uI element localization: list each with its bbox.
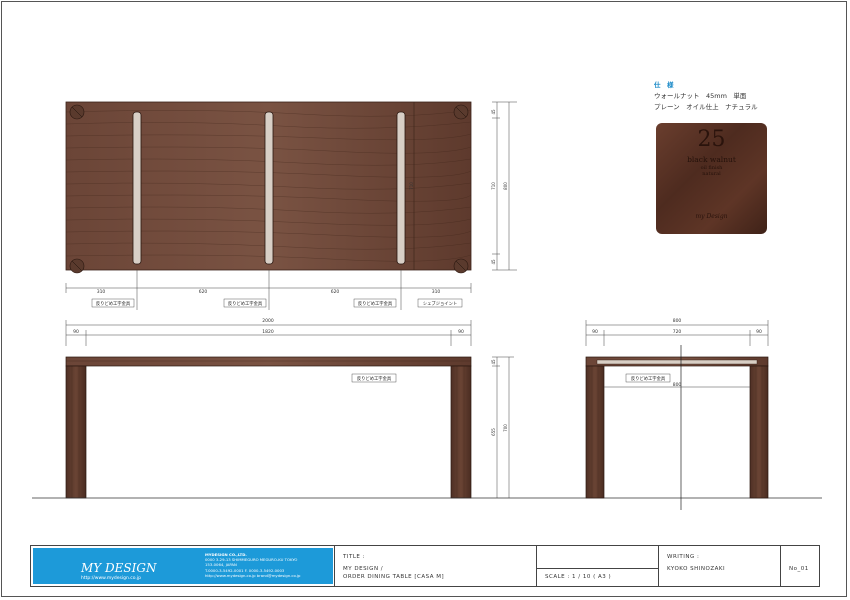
title-label: TITLE : <box>343 554 365 560</box>
sample-number: 25 <box>697 127 726 152</box>
plan-view: 310 620 620 310 反りどめ工字金具 反りどめ工字金具 反りどめ工字… <box>65 101 517 310</box>
dim-front-left: 90 <box>73 329 79 335</box>
dim-plan-right-top: 45 <box>491 109 496 115</box>
dim-plan-4: 310 <box>432 289 441 295</box>
brand-logo: MY DESIGN <box>81 561 157 575</box>
tabletop-front <box>65 356 472 367</box>
writer-cell: WRITING : KYOKO SHINOZAKI <box>659 546 781 586</box>
leg-front-right <box>450 365 472 499</box>
callout-plan-4: シェブジョイント <box>423 300 457 307</box>
dim-side-total: 800 <box>673 318 682 324</box>
dim-plan-cleat: 710 <box>409 182 414 190</box>
logo-cell: MY DESIGN http://www.mydesign.co.jp MYDE… <box>31 546 335 586</box>
dim-plan-1: 310 <box>97 289 106 295</box>
title-block: MY DESIGN http://www.mydesign.co.jp MYDE… <box>30 545 820 587</box>
front-elevation: 2000 90 1820 90 反りどめ工字金具 45 655 700 <box>65 318 514 499</box>
side-elevation: 800 90 720 90 800 反りどめ工字金具 <box>585 318 769 510</box>
wood-sample: 25 black walnut oil finish natural my De… <box>656 123 767 234</box>
sample-line-1: black walnut <box>687 155 736 164</box>
sheet-cell: No_01 <box>781 546 819 586</box>
bracket-slot <box>264 111 274 265</box>
dim-front-right: 90 <box>458 329 464 335</box>
dim-front-height-total: 700 <box>503 424 508 432</box>
leg-side-right <box>749 365 769 499</box>
dim-plan-right-outer: 800 <box>503 182 508 190</box>
callout-plan-1: 反りどめ工字金具 <box>96 300 131 307</box>
company-line: http://www.mydesign.co.jp brand@mydesign… <box>205 572 301 578</box>
brand-url: http://www.mydesign.co.jp <box>81 576 141 581</box>
dim-plan-3: 620 <box>331 289 340 295</box>
callout-side: 反りどめ工字金具 <box>631 375 666 382</box>
dim-side-left: 90 <box>592 329 598 335</box>
writer-name: KYOKO SHINOZAKI <box>667 566 726 572</box>
spec-block: 仕 様 ウォールナット 45mm 単面 プレーン オイル仕上 ナチュラル <box>654 80 758 113</box>
sample-line-3: natural <box>702 171 721 177</box>
dim-front-height-top: 45 <box>491 359 496 365</box>
dim-front-total: 2000 <box>262 318 274 324</box>
dim-front-height-leg: 655 <box>491 428 496 436</box>
dim-side-middle: 720 <box>673 329 682 335</box>
spec-line-1: ウォールナット 45mm 単面 <box>654 92 747 100</box>
leg-front-left <box>65 365 87 499</box>
spec-line-2: プレーン オイル仕上 ナチュラル <box>654 103 758 111</box>
dim-plan-right-bottom: 45 <box>491 259 496 265</box>
dim-side-right: 90 <box>756 329 762 335</box>
writing-label: WRITING : <box>667 554 700 560</box>
callout-plan-3: 反りどめ工字金具 <box>358 300 393 307</box>
callout-plan-2: 反りどめ工字金具 <box>228 300 263 307</box>
sample-brand: my Design <box>695 213 728 220</box>
spec-heading: 仕 様 <box>654 81 674 89</box>
title-line-2: ORDER DINING TABLE [CASA M] <box>343 574 445 580</box>
dim-plan-2: 620 <box>199 289 208 295</box>
title-cell: TITLE : MY DESIGN / ORDER DINING TABLE [… <box>335 546 537 586</box>
sheet-number: No_01 <box>789 566 809 572</box>
scale-label: SCALE : 1 / 10 ( A3 ) <box>545 574 612 580</box>
bracket-slot <box>396 111 406 265</box>
leg-side-left <box>585 365 605 499</box>
bracket-slot <box>132 111 142 265</box>
title-line-1: MY DESIGN / <box>343 566 384 572</box>
dim-side-inner: 800 <box>673 382 682 388</box>
company-info: MYDESIGN CO.,LTD. 0000 3-29-13 SHIMMEGUR… <box>205 552 300 578</box>
dim-plan-right-inner: 710 <box>491 182 496 190</box>
logo-panel: MY DESIGN http://www.mydesign.co.jp MYDE… <box>33 548 333 584</box>
dim-front-middle: 1820 <box>262 329 274 335</box>
callout-front: 反りどめ工字金具 <box>357 375 392 382</box>
scale-cell: SCALE : 1 / 10 ( A3 ) <box>537 546 659 586</box>
